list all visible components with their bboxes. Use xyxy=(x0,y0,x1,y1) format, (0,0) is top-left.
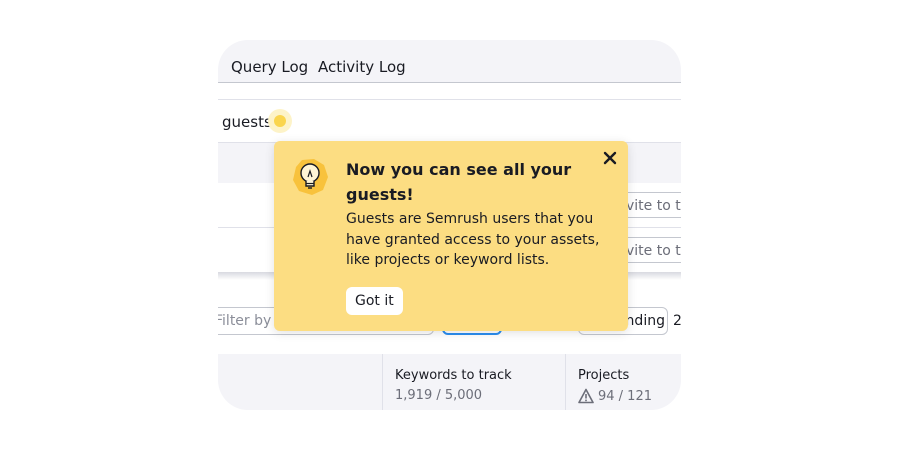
keywords-to-track-value: 1,919 / 5,000 xyxy=(395,388,483,403)
warning-icon xyxy=(578,388,594,404)
guests-info-popover: Now you can see all your guests! Guests … xyxy=(274,141,628,331)
limits-panel: Keywords to track 1,919 / 5,000 Projects… xyxy=(218,354,681,410)
lightbulb-icon xyxy=(293,159,328,195)
popover-body: Guests are Semrush users that you have g… xyxy=(346,211,600,268)
projects-value: 94 / 121 xyxy=(598,388,652,404)
column-divider xyxy=(382,354,383,410)
keywords-to-track-label: Keywords to track xyxy=(395,368,512,383)
pending-count: 2 xyxy=(672,313,681,329)
close-icon[interactable] xyxy=(601,149,619,167)
tab-activity-log[interactable]: Activity Log xyxy=(318,58,406,76)
tab-query-log[interactable]: Query Log xyxy=(231,58,308,76)
beacon-dot[interactable] xyxy=(274,115,286,127)
toolbar-band xyxy=(218,83,681,100)
popover-title: Now you can see all your guests! xyxy=(346,160,572,204)
projects-label: Projects xyxy=(578,368,630,383)
column-divider xyxy=(565,354,566,410)
projects-value-wrap: 94 / 121 xyxy=(578,388,652,404)
tab-bar: Query Log Activity Log xyxy=(218,40,681,83)
got-it-button[interactable]: Got it xyxy=(346,287,403,315)
guests-section-header: guests xyxy=(218,100,681,142)
guests-label: guests xyxy=(222,113,272,131)
